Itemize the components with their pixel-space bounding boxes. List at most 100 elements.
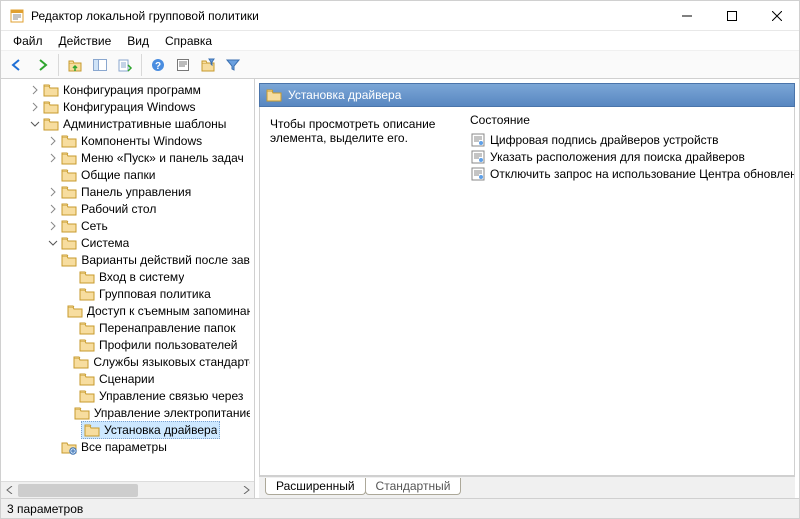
tree-item-label: Панель управления xyxy=(81,185,191,199)
tree-item-label: Групповая политика xyxy=(99,287,211,301)
tree-item[interactable]: Общие папки xyxy=(1,166,254,183)
setting-item[interactable]: Указать расположения для поиска драйверо… xyxy=(466,148,794,165)
app-icon xyxy=(9,8,25,24)
filter-options-button[interactable] xyxy=(221,54,245,76)
folder-icon xyxy=(67,303,83,319)
show-hide-tree-button[interactable] xyxy=(88,54,112,76)
scroll-thumb[interactable] xyxy=(18,484,138,497)
chevron-right-icon[interactable] xyxy=(45,201,61,217)
setting-item[interactable]: Отключить запрос на использование Центра… xyxy=(466,165,794,182)
all-settings-icon xyxy=(61,439,77,455)
folder-icon xyxy=(61,235,77,251)
menu-bar: Файл Действие Вид Справка xyxy=(1,31,799,51)
chevron-down-icon[interactable] xyxy=(45,235,61,251)
tree-item-label: Система xyxy=(81,236,129,250)
tree-item[interactable]: Сеть xyxy=(1,217,254,234)
tree-item[interactable]: Групповая политика xyxy=(1,285,254,302)
chevron-right-icon[interactable] xyxy=(45,184,61,200)
close-button[interactable] xyxy=(754,1,799,31)
details-header: Установка драйвера xyxy=(259,83,795,107)
setting-label: Указать расположения для поиска драйверо… xyxy=(490,150,745,164)
up-folder-button[interactable] xyxy=(63,54,87,76)
folder-icon xyxy=(43,82,59,98)
chevron-down-icon[interactable] xyxy=(27,116,43,132)
policy-setting-icon xyxy=(470,149,486,165)
forward-button[interactable] xyxy=(30,54,54,76)
properties-button[interactable] xyxy=(171,54,195,76)
tree-item[interactable]: Система xyxy=(1,234,254,251)
folder-icon xyxy=(79,286,95,302)
minimize-button[interactable] xyxy=(664,1,709,31)
maximize-button[interactable] xyxy=(709,1,754,31)
tree-item[interactable]: Компоненты Windows xyxy=(1,132,254,149)
tree-item[interactable]: Конфигурация программ xyxy=(1,81,254,98)
title-bar: Редактор локальной групповой политики xyxy=(1,1,799,31)
folder-icon xyxy=(79,320,95,336)
chevron-right-icon[interactable] xyxy=(45,133,61,149)
settings-list[interactable]: Цифровая подпись драйверов устройств Указ… xyxy=(466,131,794,475)
tree-item-label: Конфигурация Windows xyxy=(63,100,196,114)
folder-icon xyxy=(61,150,77,166)
folder-icon xyxy=(79,371,95,387)
tree-item-label: Все параметры xyxy=(81,440,167,454)
tree-item-label: Доступ к съемным запоминающим xyxy=(87,304,250,318)
tree-item-label: Компоненты Windows xyxy=(81,134,202,148)
folder-icon xyxy=(74,405,90,421)
export-list-button[interactable] xyxy=(113,54,137,76)
chevron-right-icon[interactable] xyxy=(45,150,61,166)
tab-standard[interactable]: Стандартный xyxy=(365,478,462,495)
tree-horizontal-scrollbar[interactable] xyxy=(1,481,254,498)
tree-item[interactable]: Доступ к съемным запоминающим xyxy=(1,302,254,319)
back-button[interactable] xyxy=(5,54,29,76)
tree-item[interactable]: Управление электропитанием xyxy=(1,404,254,421)
folder-icon xyxy=(43,116,59,132)
setting-item[interactable]: Цифровая подпись драйверов устройств xyxy=(466,131,794,148)
column-header-state[interactable]: Состояние xyxy=(466,107,794,131)
tree-item[interactable]: Меню «Пуск» и панель задач xyxy=(1,149,254,166)
tree-item-label: Службы языковых стандартов xyxy=(93,355,250,369)
description-hint: Чтобы просмотреть описание элемента, выд… xyxy=(270,117,435,145)
tree-item[interactable]: Профили пользователей xyxy=(1,336,254,353)
menu-file[interactable]: Файл xyxy=(5,32,51,50)
tree-item[interactable]: Варианты действий после завершения xyxy=(1,251,254,268)
description-panel: Чтобы просмотреть описание элемента, выд… xyxy=(260,107,466,475)
setting-label: Отключить запрос на использование Центра… xyxy=(490,167,794,181)
policy-setting-icon xyxy=(470,132,486,148)
tree[interactable]: Конфигурация программ Конфигурация Window… xyxy=(1,79,254,481)
tree-item[interactable]: Конфигурация Windows xyxy=(1,98,254,115)
tree-pane: Конфигурация программ Конфигурация Window… xyxy=(1,79,255,498)
chevron-right-icon[interactable] xyxy=(27,99,43,115)
folder-icon xyxy=(61,133,77,149)
folder-icon xyxy=(61,252,77,268)
scroll-left-icon[interactable] xyxy=(1,482,18,498)
help-button[interactable]: ? xyxy=(146,54,170,76)
menu-view[interactable]: Вид xyxy=(119,32,157,50)
tab-extended[interactable]: Расширенный xyxy=(265,478,366,495)
folder-icon xyxy=(79,269,95,285)
filter-toggle-button[interactable] xyxy=(196,54,220,76)
folder-icon xyxy=(61,201,77,217)
tree-item[interactable]: Перенаправление папок xyxy=(1,319,254,336)
tree-item-label: Управление связью через xyxy=(99,389,243,403)
toolbar: ? xyxy=(1,51,799,79)
tree-item[interactable]: Сценарии xyxy=(1,370,254,387)
menu-help[interactable]: Справка xyxy=(157,32,220,50)
tree-item[interactable]: Вход в систему xyxy=(1,268,254,285)
chevron-right-icon[interactable] xyxy=(45,218,61,234)
tree-item[interactable]: Рабочий стол xyxy=(1,200,254,217)
scroll-right-icon[interactable] xyxy=(237,482,254,498)
chevron-right-icon[interactable] xyxy=(27,82,43,98)
svg-text:?: ? xyxy=(155,61,161,72)
tree-item[interactable]: Все параметры xyxy=(1,438,254,455)
status-bar: 3 параметров xyxy=(1,498,799,518)
tree-item-label: Перенаправление папок xyxy=(99,321,236,335)
tree-item[interactable]: Установка драйвера xyxy=(1,421,254,438)
folder-icon xyxy=(79,337,95,353)
tree-item[interactable]: Административные шаблоны xyxy=(1,115,254,132)
menu-action[interactable]: Действие xyxy=(51,32,120,50)
tree-item-label: Вход в систему xyxy=(99,270,184,284)
tree-item[interactable]: Службы языковых стандартов xyxy=(1,353,254,370)
tree-item[interactable]: Панель управления xyxy=(1,183,254,200)
tree-item[interactable]: Управление связью через xyxy=(1,387,254,404)
policy-setting-icon xyxy=(470,166,486,182)
